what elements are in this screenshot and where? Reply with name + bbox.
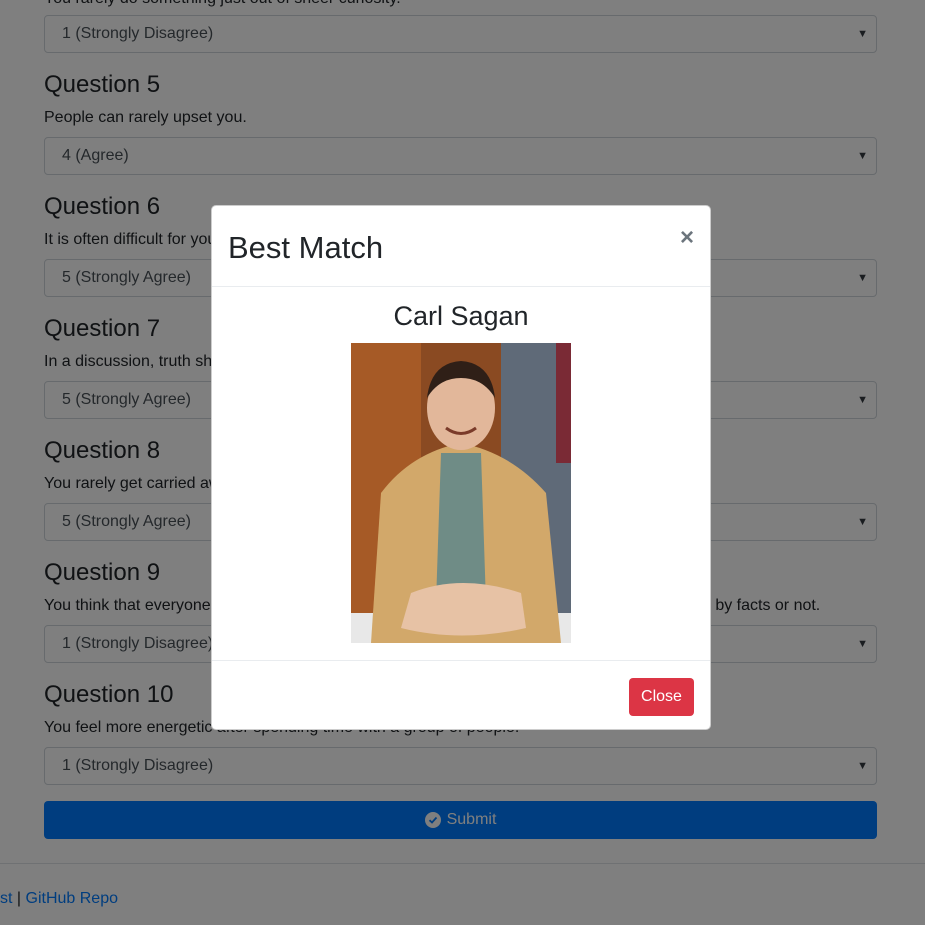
best-match-modal: Best Match × Carl Sagan Close bbox=[211, 205, 711, 730]
modal-header: Best Match × bbox=[212, 206, 710, 287]
close-icon[interactable]: × bbox=[680, 224, 694, 252]
modal-footer: Close bbox=[212, 661, 710, 729]
close-button[interactable]: Close bbox=[629, 678, 694, 716]
match-name: Carl Sagan bbox=[393, 301, 529, 331]
modal-body: Carl Sagan bbox=[212, 287, 710, 661]
match-photo bbox=[351, 343, 571, 643]
modal-title: Best Match bbox=[228, 230, 384, 265]
